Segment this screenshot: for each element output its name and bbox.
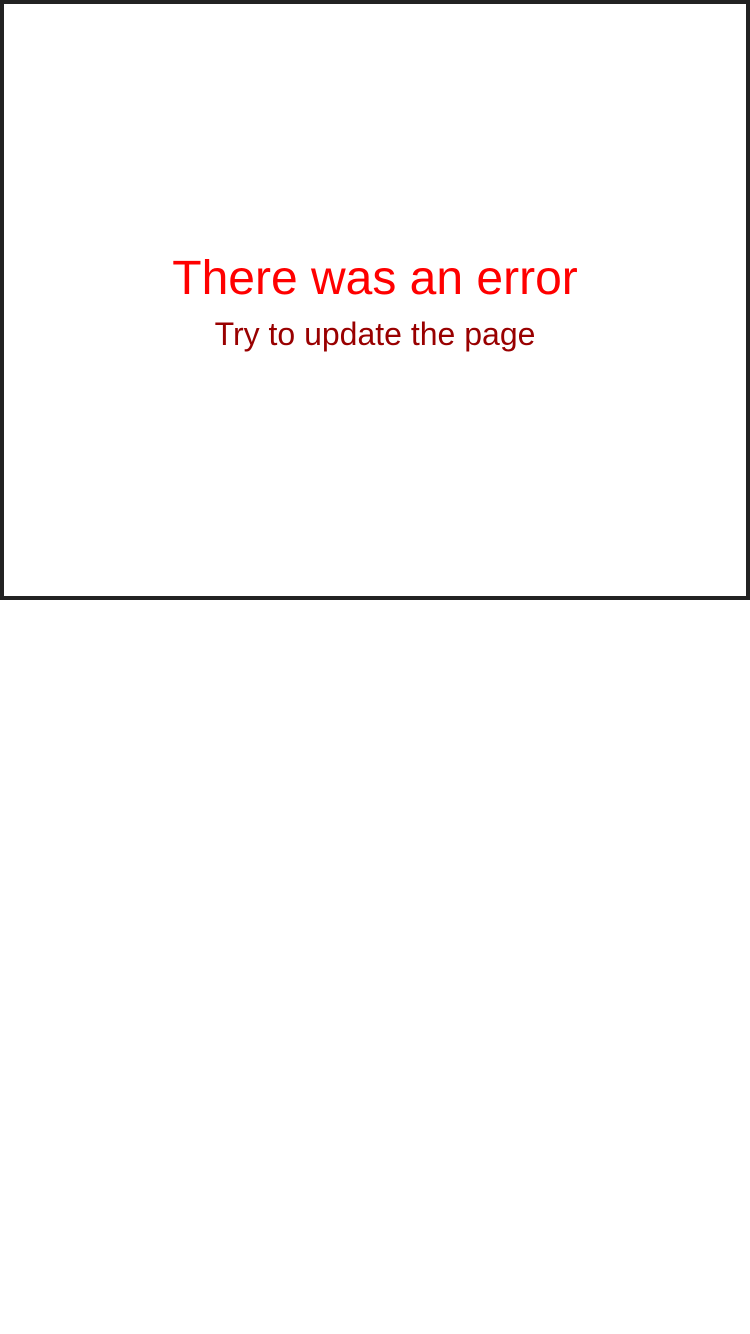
error-title: There was an error: [172, 252, 578, 305]
error-message: There was an error Try to update the pag…: [4, 250, 746, 356]
error-subtitle: Try to update the page: [214, 316, 536, 352]
error-panel: There was an error Try to update the pag…: [0, 0, 750, 600]
